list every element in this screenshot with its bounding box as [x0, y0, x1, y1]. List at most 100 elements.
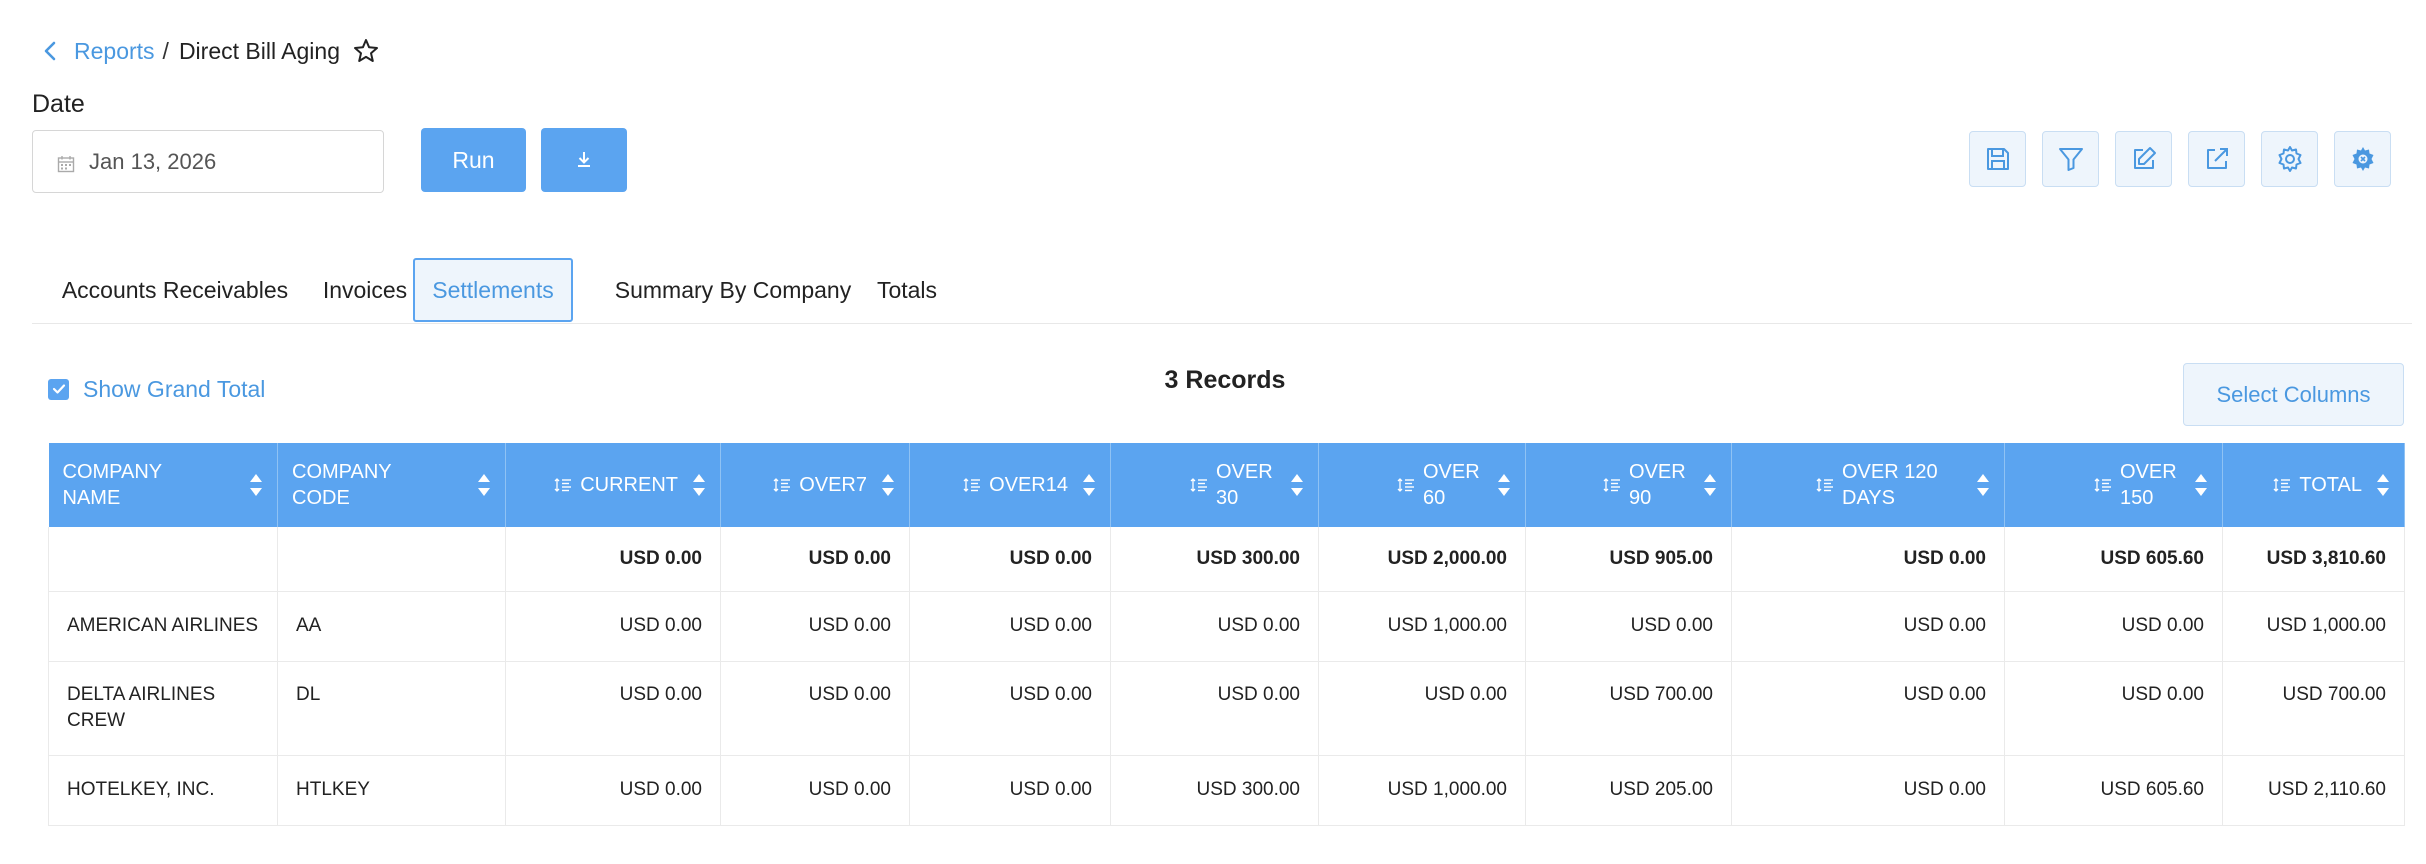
sort-icon[interactable]: [2194, 471, 2208, 499]
column-header-label: OVER14: [989, 474, 1068, 496]
run-button[interactable]: Run: [421, 128, 526, 192]
column-header-over-60[interactable]: OVER 60: [1318, 443, 1526, 527]
sort-icon[interactable]: [1976, 471, 1990, 499]
column-header-over-150[interactable]: OVER 150: [2004, 443, 2223, 527]
advanced-settings-button[interactable]: [2334, 131, 2391, 187]
column-header-company-code[interactable]: COMPANY CODE: [277, 443, 506, 527]
column-values-icon: [1816, 478, 1833, 492]
show-grand-total-checkbox[interactable]: [48, 378, 69, 400]
column-values-icon: [2273, 478, 2291, 492]
column-values-icon: [1190, 478, 1207, 492]
column-header-over14[interactable]: OVER14: [909, 443, 1111, 527]
column-values-icon: [963, 478, 981, 492]
sort-icon[interactable]: [249, 471, 263, 499]
amount-cell: USD 0.00: [505, 661, 721, 756]
company-name-cell: AMERICAN AIRLINES: [48, 591, 278, 662]
amount-cell: USD 0.00: [2004, 661, 2223, 756]
column-header-label: OVER 30: [1216, 461, 1273, 509]
column-values-icon: [773, 478, 791, 492]
advanced-settings-icon: [2352, 147, 2373, 171]
select-columns-button[interactable]: Select Columns: [2183, 363, 2404, 426]
amount-cell: USD 0.00: [1318, 661, 1526, 756]
filter-button[interactable]: [2042, 131, 2099, 187]
amount-cell: USD 0.00: [2004, 591, 2223, 662]
table-row[interactable]: DELTA AIRLINES CREW DL USD 0.00 USD 0.00 USD…: [48, 661, 2405, 756]
column-header-over-90[interactable]: OVER 90: [1525, 443, 1732, 527]
date-label: Date: [32, 90, 85, 118]
sort-icon[interactable]: [2376, 471, 2390, 499]
sort-icon[interactable]: [1290, 471, 1304, 499]
grand-total-cell: USD 0.00: [1731, 527, 2005, 592]
tab-settlements[interactable]: Settlements: [413, 258, 573, 322]
report-toolbar: [1969, 131, 2391, 187]
save-button[interactable]: [1969, 131, 2026, 187]
grand-total-cell: USD 605.60: [2004, 527, 2223, 592]
tab-totals[interactable]: Totals: [842, 258, 972, 322]
records-count: 3 Records: [1164, 366, 1286, 394]
amount-cell: USD 0.00: [909, 661, 1111, 756]
grand-total-row: USD 0.00 USD 0.00 USD 0.00 USD 300.00 USD 2,…: [48, 527, 2405, 592]
table-row[interactable]: AMERICAN AIRLINES AA USD 0.00 USD 0.00 USD 0…: [48, 591, 2405, 662]
grand-total-cell: USD 0.00: [720, 527, 910, 592]
sort-icon[interactable]: [477, 471, 491, 499]
column-header-total[interactable]: TOTAL: [2222, 443, 2405, 527]
amount-cell: USD 1,000.00: [1318, 591, 1526, 662]
breadcrumb-reports-link[interactable]: Reports: [74, 38, 155, 65]
sort-icon[interactable]: [1497, 471, 1511, 499]
amount-cell: USD 0.00: [720, 591, 910, 662]
download-icon: [574, 149, 594, 172]
column-values-icon: [1397, 478, 1414, 492]
amount-cell: USD 0.00: [720, 661, 910, 756]
download-button[interactable]: [541, 128, 627, 192]
column-header-label: OVER 90: [1629, 461, 1686, 509]
column-header-label: OVER 120 DAYS: [1842, 461, 1938, 509]
grand-total-cell: USD 3,810.60: [2222, 527, 2405, 592]
column-values-icon: [1603, 478, 1620, 492]
amount-cell: USD 205.00: [1525, 755, 1732, 826]
tab-summary-by-company[interactable]: Summary By Company: [583, 258, 883, 322]
amount-cell: USD 0.00: [1525, 591, 1732, 662]
amount-cell: USD 300.00: [1110, 755, 1319, 826]
edit-icon: [2133, 147, 2156, 169]
check-icon: [52, 384, 65, 394]
column-header-label: OVER 60: [1423, 461, 1480, 509]
column-header-over7[interactable]: OVER7: [720, 443, 910, 527]
star-icon[interactable]: [352, 37, 380, 65]
show-grand-total-label: Show Grand Total: [83, 375, 266, 402]
show-grand-total-toggle[interactable]: Show Grand Total: [48, 374, 265, 404]
sort-icon[interactable]: [881, 471, 895, 499]
column-header-current[interactable]: CURRENT: [505, 443, 721, 527]
amount-cell: USD 0.00: [909, 755, 1111, 826]
column-header-over-120-days[interactable]: OVER 120 DAYS: [1731, 443, 2005, 527]
amount-cell: USD 700.00: [2222, 661, 2405, 756]
grand-total-cell: [48, 527, 278, 592]
tab-accounts-receivables[interactable]: Accounts Receivables: [50, 258, 300, 322]
company-name-cell: HOTELKEY, INC.: [48, 755, 278, 826]
amount-cell: USD 605.60: [2004, 755, 2223, 826]
amount-cell: USD 0.00: [909, 591, 1111, 662]
amount-cell: USD 700.00: [1525, 661, 1732, 756]
edit-button[interactable]: [2115, 131, 2172, 187]
column-header-label: CURRENT: [580, 474, 678, 496]
column-header-over-30[interactable]: OVER 30: [1110, 443, 1319, 527]
open-external-button[interactable]: [2188, 131, 2245, 187]
column-header-company-name[interactable]: COMPANY NAME: [48, 443, 278, 527]
date-input[interactable]: [89, 148, 349, 175]
amount-cell: USD 0.00: [1731, 661, 2005, 756]
tab-invoices[interactable]: Invoices: [310, 258, 420, 322]
company-code-cell: HTLKEY: [277, 755, 506, 826]
column-values-icon: [554, 478, 572, 492]
table-header-row: COMPANY NAME COMPANY CODE CURRENT OVER7 OVER…: [48, 443, 2405, 527]
amount-cell: USD 1,000.00: [2222, 591, 2405, 662]
sort-icon[interactable]: [692, 471, 706, 499]
company-code-cell: AA: [277, 591, 506, 662]
chevron-left-icon[interactable]: [40, 40, 62, 62]
grand-total-cell: USD 2,000.00: [1318, 527, 1526, 592]
date-field[interactable]: [32, 130, 384, 193]
sort-icon[interactable]: [1703, 471, 1717, 499]
table-row[interactable]: HOTELKEY, INC. HTLKEY USD 0.00 USD 0.00 USD …: [48, 755, 2405, 826]
sort-icon[interactable]: [1082, 471, 1096, 499]
column-header-label: OVER 150: [2120, 461, 2177, 509]
amount-cell: USD 0.00: [1731, 591, 2005, 662]
settings-button[interactable]: [2261, 131, 2318, 187]
